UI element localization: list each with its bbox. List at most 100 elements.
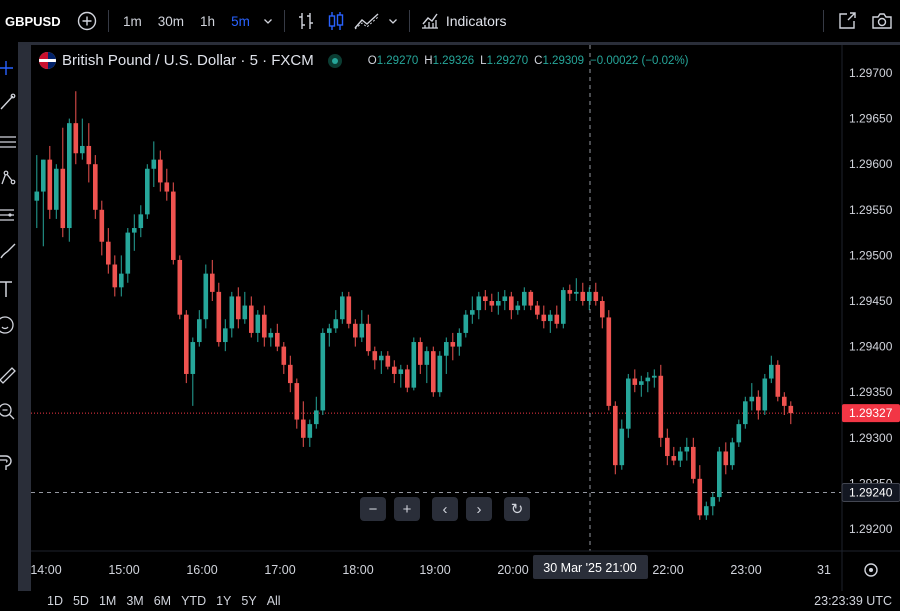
candle-body xyxy=(86,145,92,165)
candle xyxy=(398,364,404,388)
candle xyxy=(41,159,46,247)
candle-body xyxy=(424,351,430,365)
pattern-icon[interactable] xyxy=(0,168,18,188)
scroll-left-button[interactable]: ‹ xyxy=(432,497,458,521)
candle-body xyxy=(112,264,118,288)
projection-icon[interactable] xyxy=(0,205,18,225)
candle xyxy=(307,419,313,447)
high-label: H xyxy=(424,54,433,67)
range-1y[interactable]: 1Y xyxy=(211,594,236,608)
range-all[interactable]: All xyxy=(262,594,286,608)
zoom-in-button[interactable]: + xyxy=(394,497,420,521)
utc-clock[interactable]: 23:23:39 UTC xyxy=(814,594,892,608)
indicators-button[interactable]: Indicators xyxy=(416,6,511,36)
range-ytd[interactable]: YTD xyxy=(176,594,211,608)
camera-icon[interactable] xyxy=(864,6,900,36)
candle xyxy=(288,355,293,393)
candle xyxy=(567,284,573,301)
y-tick-label: 1.29350 xyxy=(849,385,893,399)
candle-body xyxy=(684,446,690,452)
range-1d[interactable]: 1D xyxy=(42,594,68,608)
candle xyxy=(541,305,547,329)
candle xyxy=(262,305,267,347)
x-tick-label: 16:00 xyxy=(186,563,217,577)
candle xyxy=(626,373,631,438)
x-tick-label: 20:00 xyxy=(497,563,528,577)
range-5d[interactable]: 5D xyxy=(68,594,94,608)
emoji-icon[interactable] xyxy=(0,315,18,335)
candle xyxy=(535,301,540,320)
candle xyxy=(125,228,131,283)
candle xyxy=(717,446,722,502)
candle xyxy=(281,342,287,374)
current-price-badge: 1.29327 xyxy=(842,404,900,423)
symbol-search[interactable]: GBPUSD xyxy=(0,14,72,29)
trend-line-icon[interactable] xyxy=(0,92,18,112)
candle xyxy=(463,310,469,338)
zoom-icon[interactable] xyxy=(0,402,18,422)
candle xyxy=(437,351,443,397)
candle xyxy=(99,200,105,256)
candle xyxy=(392,360,397,384)
candle-body xyxy=(249,305,254,333)
interval-30m[interactable]: 30m xyxy=(150,6,192,36)
zoom-out-button[interactable]: − xyxy=(360,497,386,521)
candle-body xyxy=(470,310,475,315)
candle-body xyxy=(197,319,202,343)
candle-body xyxy=(450,342,456,347)
candle-body xyxy=(41,159,46,192)
candle-body xyxy=(268,332,274,338)
add-symbol-icon[interactable] xyxy=(72,6,102,36)
range-3m[interactable]: 3M xyxy=(121,594,148,608)
symbol-title[interactable]: British Pound / U.S. Dollar · 5 · FXCM xyxy=(62,52,314,69)
candle-body xyxy=(359,323,365,338)
chevron-down-icon[interactable] xyxy=(383,6,403,36)
candle-body xyxy=(392,366,397,374)
candle xyxy=(249,296,254,338)
bar-style-icon[interactable] xyxy=(291,6,321,36)
candle-body xyxy=(99,209,105,242)
scroll-right-button[interactable]: › xyxy=(466,497,492,521)
range-1m[interactable]: 1M xyxy=(94,594,121,608)
candle xyxy=(788,401,794,425)
x-tick-label: 14:00 xyxy=(31,563,62,577)
candle xyxy=(223,319,228,352)
candle-body xyxy=(184,314,189,374)
range-6m[interactable]: 6M xyxy=(149,594,176,608)
candle xyxy=(489,293,495,312)
candle xyxy=(496,291,501,315)
chart-panel[interactable]: 1.29700 1.29650 1.29600 1.29550 1.29500 1.294… xyxy=(31,45,900,591)
candle-body xyxy=(333,319,339,329)
candle-style-icon[interactable] xyxy=(321,6,351,36)
candle-body xyxy=(275,332,280,347)
candle-body xyxy=(437,355,443,393)
chevron-down-icon[interactable] xyxy=(258,6,278,36)
text-icon[interactable] xyxy=(0,279,18,299)
axis-settings-icon[interactable] xyxy=(864,563,878,577)
y-tick-label: 1.29450 xyxy=(849,294,893,308)
interval-1m[interactable]: 1m xyxy=(115,6,150,36)
candle-body xyxy=(80,145,85,154)
interval-5m[interactable]: 5m xyxy=(223,6,258,36)
candle xyxy=(450,332,456,361)
candle-body xyxy=(151,159,157,169)
candle-body xyxy=(288,364,293,384)
interval-1h[interactable]: 1h xyxy=(192,6,223,36)
range-5y[interactable]: 5Y xyxy=(236,594,261,608)
crosshair-icon[interactable] xyxy=(0,58,18,78)
y-tick-label: 1.29700 xyxy=(849,66,893,80)
fib-icon[interactable] xyxy=(0,132,18,152)
ruler-icon[interactable] xyxy=(0,364,18,384)
magnet-icon[interactable] xyxy=(0,452,18,472)
reset-chart-button[interactable]: ↻ xyxy=(504,497,530,521)
fullscreen-icon[interactable] xyxy=(830,6,864,36)
brush-icon[interactable] xyxy=(0,241,18,261)
area-style-icon[interactable] xyxy=(351,6,383,36)
candle xyxy=(645,372,651,393)
candle xyxy=(652,369,657,388)
candle-body xyxy=(522,291,527,306)
candle-body xyxy=(489,301,495,306)
candle-body xyxy=(639,381,644,385)
candle-body xyxy=(418,342,423,365)
candle xyxy=(132,214,137,251)
